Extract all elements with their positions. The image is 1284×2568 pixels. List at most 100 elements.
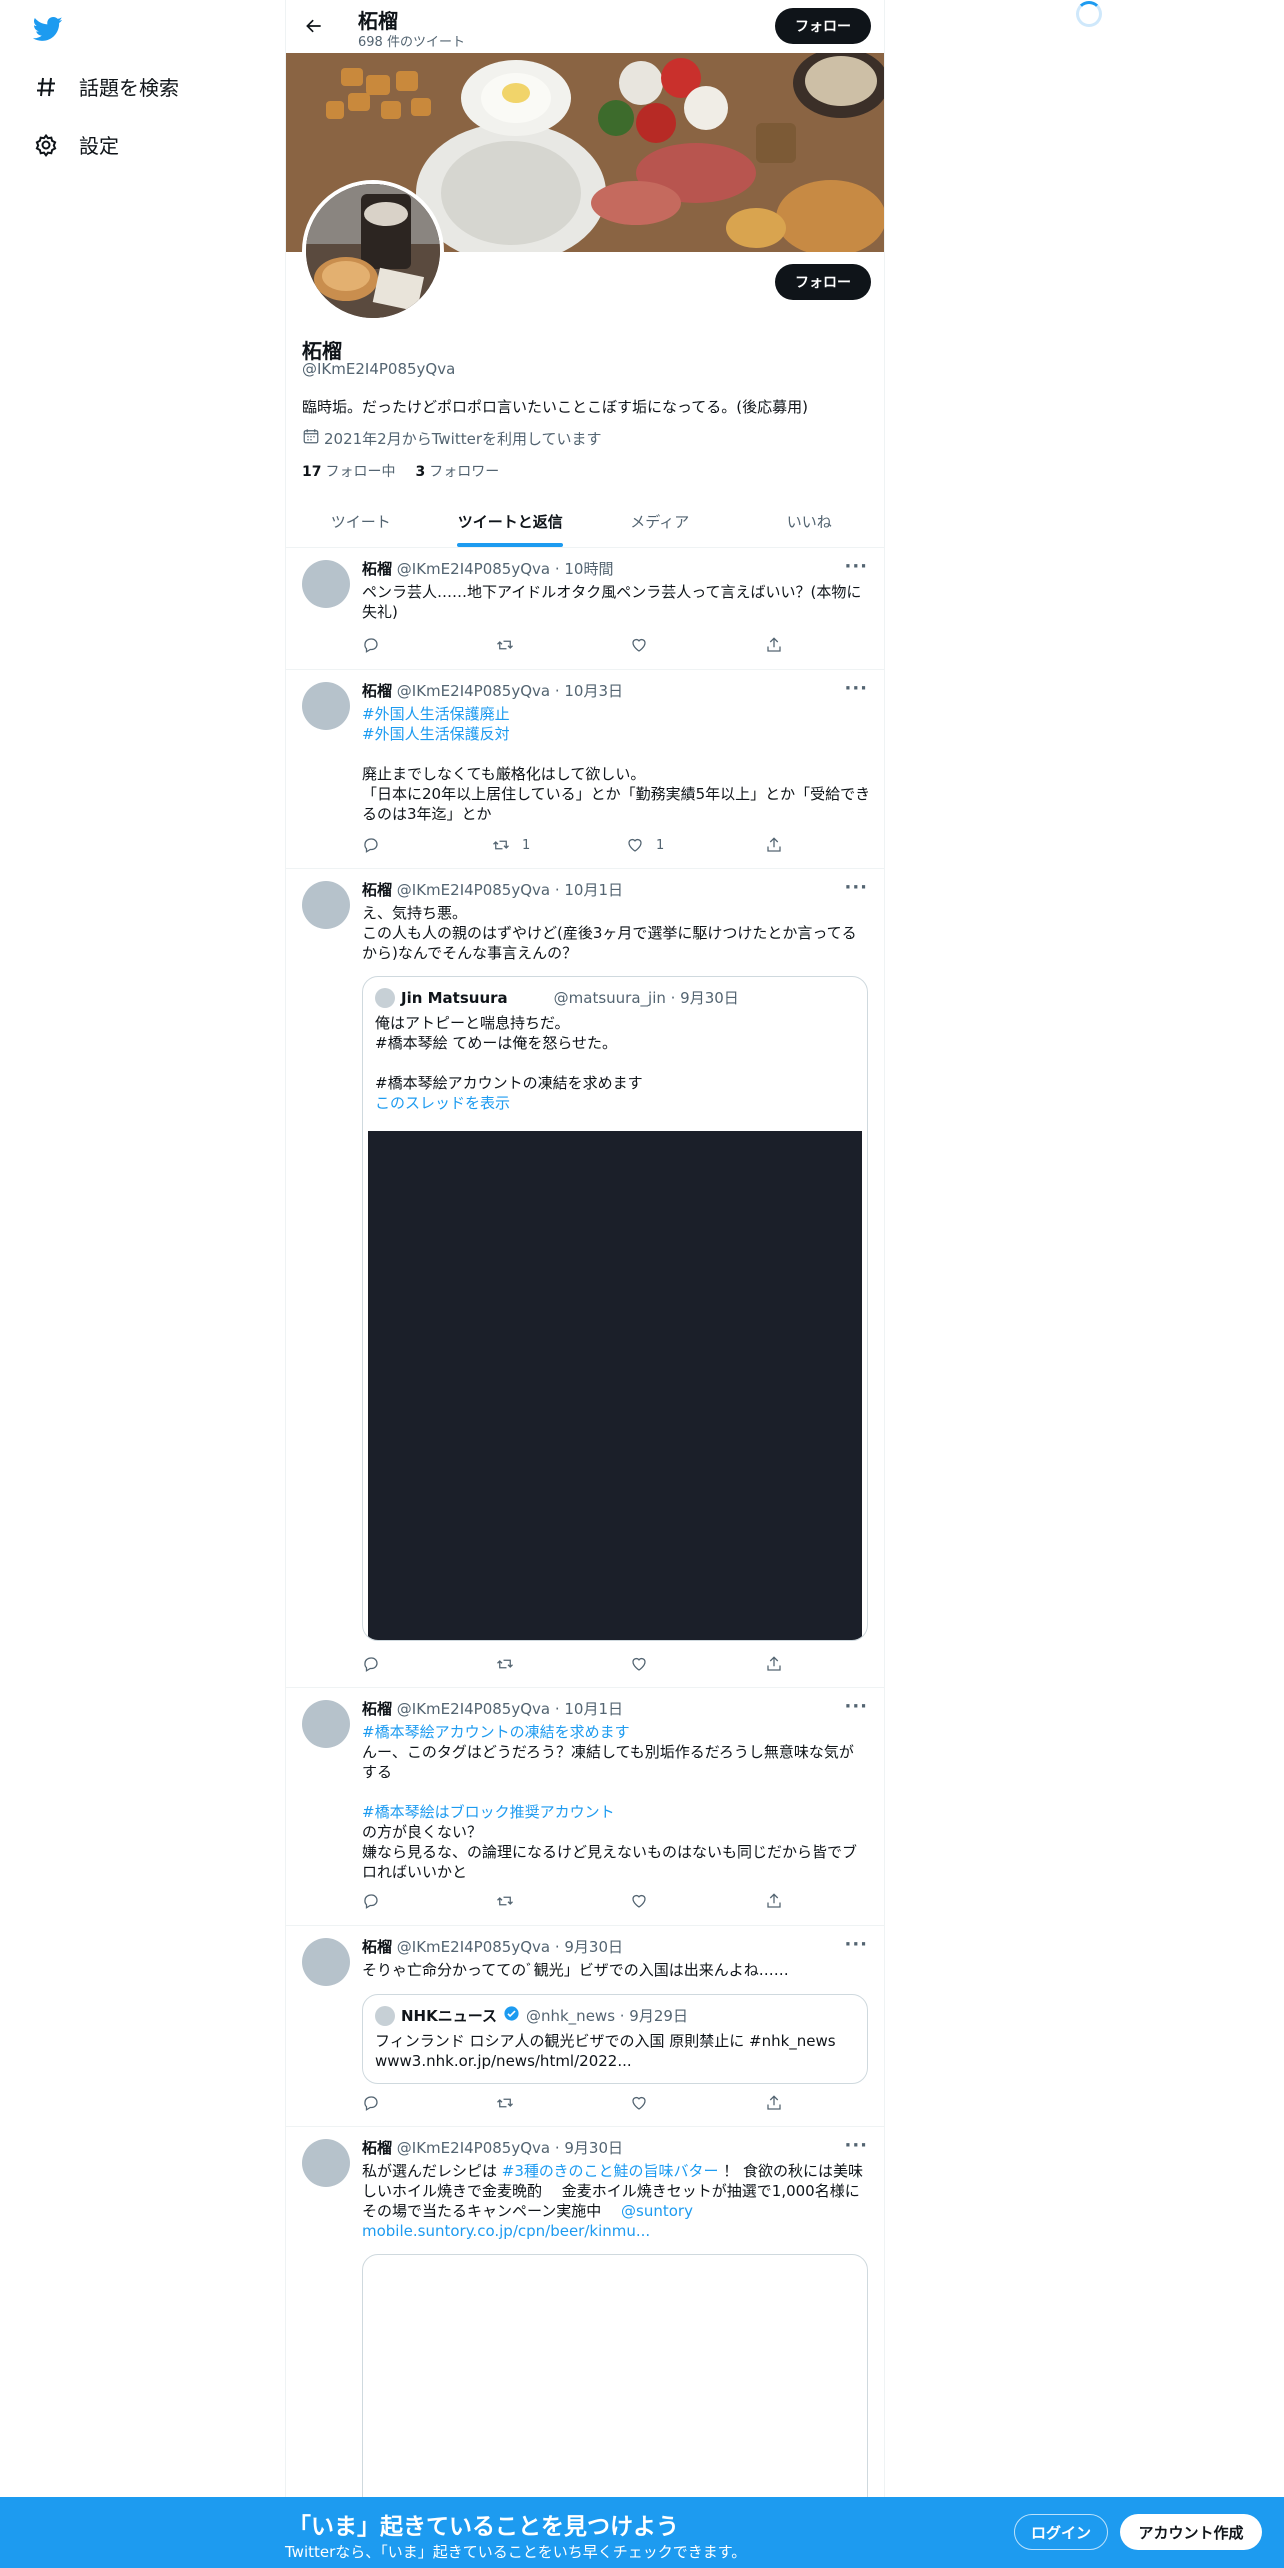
nav-explore-label: 話題を検索 [79,76,179,100]
tweet-author-name[interactable]: 柘榴 [362,1700,392,1718]
like-button[interactable]: 1 [626,836,664,854]
tweet-handle-time: @IKmE2I4P085yQva · 10月1日 [396,881,624,899]
reply-icon[interactable] [362,836,380,854]
like-count: 1 [656,837,665,853]
reply-icon[interactable] [362,636,380,654]
more-icon[interactable]: ··· [844,1696,868,1717]
reply-icon[interactable] [362,1892,380,1910]
header-follow-button[interactable]: フォロー [775,8,871,44]
tweet-actions: 1 1 [362,836,812,856]
tweet-text: んー、このタグはどうだろう？凍結しても別垢作るだろうし無意味な気が する [362,1743,854,1781]
signup-button[interactable]: アカウント作成 [1120,2514,1262,2550]
tweet-avatar[interactable] [302,1700,350,1748]
quote-text: 俺はアトピーと喘息持ちだ。 #橋本琴絵 てめーは俺を怒らせた。 #橋本琴絵アカウ… [375,1014,643,1092]
retweet-count: 1 [522,837,531,853]
profile-follow-button[interactable]: フォロー [775,264,871,300]
tweet-text: そりゃ亡命分かっててのﾞ観光」ビザでの入国は出来んよね…… [362,1961,789,1979]
header-tweet-count: 698 件のツイート [358,35,465,50]
retweet-button[interactable]: 1 [492,836,530,854]
tab-tweets-and-replies[interactable]: ツイートと返信 [436,495,586,547]
quoted-tweet[interactable]: NHKニュース @nhk_news · 9月29日 フィンランド ロシア人の観光… [362,1994,868,2084]
share-icon[interactable] [765,836,783,854]
quote-media[interactable] [368,1131,862,1640]
more-icon[interactable]: ··· [844,556,868,577]
more-icon[interactable]: ··· [844,1934,868,1955]
quote-handle-time: @nhk_news · 9月29日 [525,2007,688,2025]
like-icon[interactable] [630,1655,648,1673]
tweet[interactable]: 柘榴 @IKmE2I4P085yQva · 9月30日 ··· そりゃ亡命分かっ… [286,1926,884,2127]
tweet[interactable]: 柘榴 @IKmE2I4P085yQva · 10月1日 ··· #橋本琴絵アカウ… [286,1688,884,1926]
profile-joined: 2021年2月からTwitterを利用しています [302,427,602,449]
tweet-avatar[interactable] [302,2139,350,2187]
like-icon[interactable] [630,2094,648,2112]
tweet-avatar[interactable] [302,881,350,929]
profile-header-bar: 柘榴 698 件のツイート フォロー [286,0,884,53]
retweet-icon[interactable] [496,636,514,654]
more-icon[interactable]: ··· [844,2135,868,2156]
profile-stats: 17 フォロー中 3 フォロワー [302,461,499,481]
tweet-avatar[interactable] [302,1938,350,1986]
share-icon[interactable] [765,636,783,654]
hashtag-link[interactable]: #橋本琴絵アカウントの凍結を求めます [362,1722,872,1742]
hashtag-link[interactable]: #3種のきのこと鮭の旨味バター [502,2162,719,2180]
nav-explore[interactable]: 話題を検索 [33,72,179,101]
quote-avatar [375,2005,395,2026]
signup-banner: 「いま」起きていることを見つけよう Twitterなら、「いま」起きていることを… [0,2497,1284,2568]
header-name: 柘榴 [358,9,398,33]
signup-banner-title: 「いま」起きていることを見つけよう [288,2514,679,2540]
tab-tweets[interactable]: ツイート [286,495,436,547]
tweet-handle-time: @IKmE2I4P085yQva · 10時間 [396,560,614,578]
retweet-icon[interactable] [496,1892,514,1910]
login-button[interactable]: ログイン [1014,2514,1108,2550]
hashtag-link[interactable]: #外国人生活保護反対 [362,724,872,744]
like-icon[interactable] [630,1892,648,1910]
quote-text: フィンランド ロシア人の観光ビザでの入国 原則禁止に #nhk_news www… [375,2032,836,2070]
tweet-author-name[interactable]: 柘榴 [362,682,392,700]
more-icon[interactable]: ··· [844,877,868,898]
hashtag-link[interactable]: #橋本琴絵はブロック推奨アカウント [362,1802,872,1822]
profile-handle: @IKmE2I4P085yQva [302,360,456,378]
quote-handle-time: @matsuura_jin · 9月30日 [553,989,739,1007]
left-nav: 話題を検索 設定 [0,0,285,2568]
nav-settings-label: 設定 [79,134,119,158]
twitter-logo-icon[interactable] [32,14,63,44]
loading-spinner-icon [1076,1,1102,27]
profile-tabs: ツイート ツイートと返信 メディア いいね [286,495,884,548]
tab-media[interactable]: メディア [585,495,735,547]
share-icon[interactable] [765,2094,783,2112]
nav-settings[interactable]: 設定 [33,130,119,159]
tab-likes[interactable]: いいね [735,495,885,547]
quote-author-name: NHKニュース [401,2007,497,2025]
tweet-handle-time: @IKmE2I4P085yQva · 9月30日 [396,1938,624,1956]
tweet-author-name[interactable]: 柘榴 [362,1938,392,1956]
tweet-author-name[interactable]: 柘榴 [362,2139,392,2157]
retweet-icon[interactable] [496,1655,514,1673]
show-thread-link[interactable]: このスレッドを表示 [375,1093,855,1113]
gear-icon [33,132,59,158]
tweet-avatar[interactable] [302,560,350,608]
share-icon[interactable] [765,1655,783,1673]
profile-avatar[interactable] [302,180,444,322]
more-icon[interactable]: ··· [844,678,868,699]
share-icon[interactable] [765,1892,783,1910]
quoted-tweet[interactable]: Jin Matsuura @matsuura_jin · 9月30日 俺はアトピ… [362,976,868,1641]
verified-badge-icon [503,2005,520,2026]
hashtag-link[interactable]: #外国人生活保護廃止 [362,704,872,724]
tweet-avatar[interactable] [302,682,350,730]
retweet-icon[interactable] [496,2094,514,2112]
tweet[interactable]: 柘榴 @IKmE2I4P085yQva · 10時間 ··· ペンラ芸人……地下… [286,548,884,670]
tweet-text: ペンラ芸人……地下アイドルオタク風ペンラ芸人って言えばいい？(本物に 失礼) [362,583,862,621]
tweet-author-name[interactable]: 柘榴 [362,881,392,899]
back-arrow-icon[interactable] [296,8,332,44]
like-icon[interactable] [630,636,648,654]
tweet[interactable]: 柘榴 @IKmE2I4P085yQva · 10月1日 ··· え、気持ち悪。 … [286,869,884,1688]
reply-icon[interactable] [362,2094,380,2112]
mention-link[interactable]: @suntory [621,2202,693,2220]
main-column: 柘榴 698 件のツイート フォロー フォロー 柘榴 @IKmE2I4P085y… [285,0,885,2568]
url-link[interactable]: mobile.suntory.co.jp/cpn/beer/kinmu... [362,2221,872,2241]
tweet-author-name[interactable]: 柘榴 [362,560,392,578]
tweet[interactable]: 柘榴 @IKmE2I4P085yQva · 10月3日 ··· #外国人生活保護… [286,670,884,869]
following-link[interactable]: 17 フォロー中 [302,461,395,481]
reply-icon[interactable] [362,1655,380,1673]
followers-link[interactable]: 3 フォロワー [415,461,499,481]
